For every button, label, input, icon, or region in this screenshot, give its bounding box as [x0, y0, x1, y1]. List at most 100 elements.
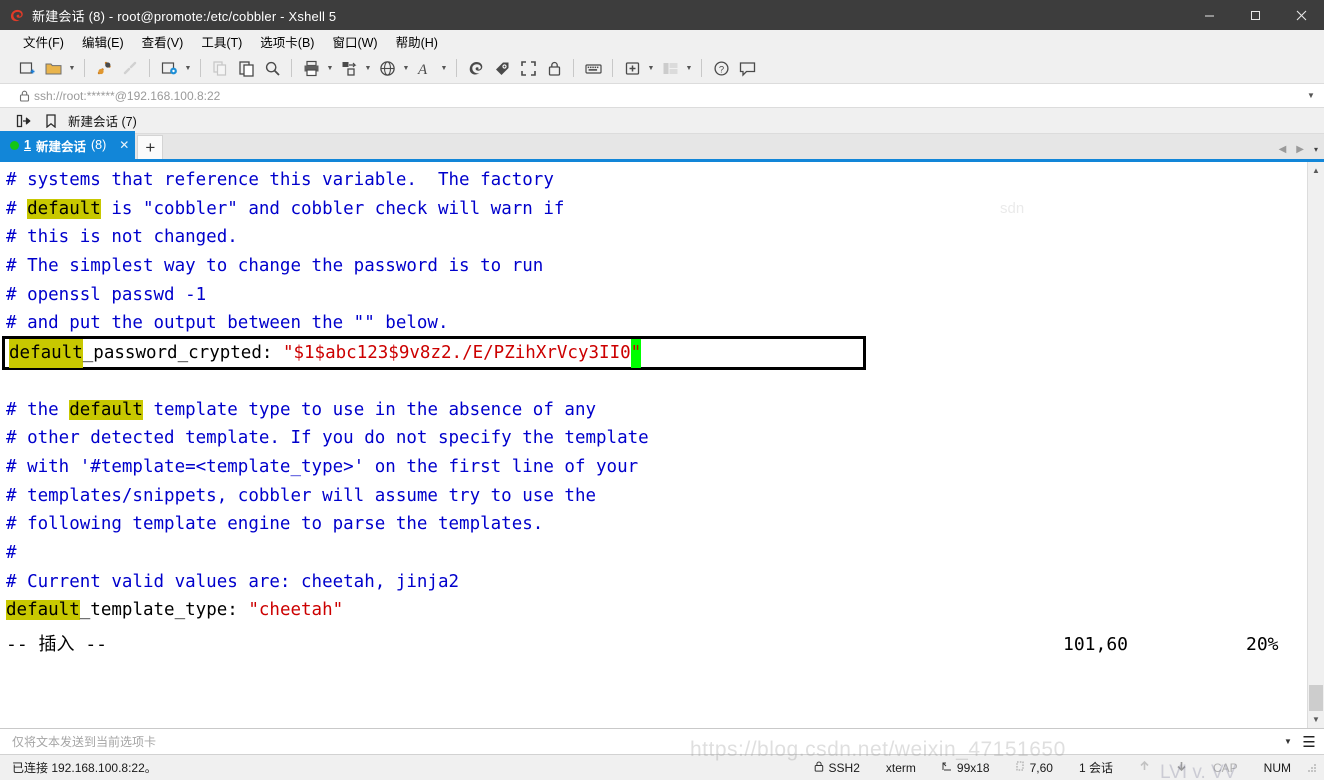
search-match: default [69, 399, 143, 420]
terminal-text: template type to use in the absence of a… [142, 399, 597, 420]
terminal-text: "$1$abc123$9v8z2./E/PZihXrVcy3II0 [282, 342, 631, 363]
lock-icon [14, 90, 34, 102]
terminal-text: is "cobbler" and cobbler check will warn… [100, 198, 565, 219]
help-icon[interactable]: ? [708, 56, 734, 81]
size-icon [942, 761, 952, 775]
browser-dropdown-icon[interactable]: ▼ [400, 56, 412, 81]
toolbar: ▼ ▼ ▼ ▼ ▼ A ▼ ▼ ▼ ? [0, 53, 1324, 84]
connect-icon[interactable] [91, 56, 117, 81]
print-dropdown-icon[interactable]: ▼ [324, 56, 336, 81]
terminal-text: # openssl passwd -1 [6, 284, 207, 305]
menu-tools[interactable]: 工具(T) [192, 29, 251, 54]
scroll-up-icon[interactable]: ▲ [1308, 162, 1324, 179]
menu-window[interactable]: 窗口(W) [323, 29, 386, 54]
tab-scroll-right-icon[interactable]: ▶ [1296, 144, 1304, 155]
chevron-down-icon[interactable]: ▼ [1278, 737, 1298, 746]
scrollbar-track[interactable] [1308, 179, 1324, 711]
transfer-icon[interactable] [336, 56, 362, 81]
transfer-dropdown-icon[interactable]: ▼ [362, 56, 374, 81]
terminal-line: # other detected template. If you do not… [6, 424, 1307, 453]
menu-tabs[interactable]: 选项卡(B) [251, 29, 323, 54]
menu-help[interactable]: 帮助(H) [387, 29, 447, 54]
status-bar: 已连接 192.168.100.8:22。 SSH2 xterm 99x18 7… [0, 754, 1324, 780]
terminal-line: # The simplest way to change the passwor… [6, 252, 1307, 281]
paste-icon[interactable] [233, 56, 259, 81]
print-icon[interactable] [298, 56, 324, 81]
status-protocol-label: SSH2 [828, 760, 860, 775]
chevron-down-icon[interactable]: ▼ [1302, 91, 1320, 100]
terminal-scrollbar[interactable]: ▲ ▼ [1307, 162, 1324, 728]
scroll-down-icon[interactable]: ▼ [1308, 711, 1324, 728]
terminal-text: # [6, 198, 28, 219]
session-properties-dropdown-icon[interactable]: ▼ [182, 56, 194, 81]
terminal-cursor: " [630, 338, 642, 368]
toolbar-separator [149, 59, 150, 77]
browser-icon[interactable] [374, 56, 400, 81]
feedback-icon[interactable] [734, 56, 760, 81]
minimize-button[interactable] [1186, 0, 1232, 30]
send-text-bar[interactable]: 仅将文本发送到当前选项卡 ▼ ☰ [0, 728, 1324, 754]
tab-close-icon[interactable]: ✕ [119, 138, 129, 152]
address-input[interactable]: ssh://root:******@192.168.100.8:22 [34, 89, 1302, 103]
toolbar-separator [84, 59, 85, 77]
add-tab-icon[interactable] [619, 56, 645, 81]
add-tab-dropdown-icon[interactable]: ▼ [645, 56, 657, 81]
session-properties-icon[interactable] [156, 56, 182, 81]
close-button[interactable] [1278, 0, 1324, 30]
new-session-icon[interactable] [14, 56, 40, 81]
copy-icon[interactable] [207, 56, 233, 81]
open-session-icon[interactable] [12, 114, 34, 128]
tab-navigation: ◀ ▶ ▾ [1279, 144, 1324, 159]
terminal-text: # templates/snippets, cobbler will assum… [6, 485, 597, 506]
terminal-screen[interactable]: # systems that reference this variable. … [0, 162, 1307, 728]
search-match: default [6, 600, 80, 621]
terminal-text: # Current valid values are: cheetah, jin… [6, 571, 460, 592]
hamburger-icon[interactable]: ☰ [1298, 733, 1320, 751]
open-folder-icon[interactable] [40, 56, 66, 81]
tab-list-icon[interactable]: ▾ [1314, 145, 1318, 154]
status-sessions: 1 会话 [1078, 761, 1113, 775]
tab-bar: 1 新建会话 (8) ✕ + ◀ ▶ ▾ [0, 131, 1324, 162]
status-num-lock: NUM [1263, 760, 1291, 775]
terminal-text: # other detected template. If you do not… [6, 428, 649, 449]
tab-session-8[interactable]: 1 新建会话 (8) ✕ [0, 131, 136, 159]
terminal-line: # with '#template=<template_type>' on th… [6, 453, 1307, 482]
tab-scroll-left-icon[interactable]: ◀ [1279, 144, 1287, 155]
session-bar-label[interactable]: 新建会话 (7) [68, 111, 137, 130]
new-tab-button[interactable]: + [137, 135, 164, 159]
disconnect-icon[interactable] [117, 56, 143, 81]
font-dropdown-icon[interactable]: ▼ [438, 56, 450, 81]
send-text-input[interactable]: 仅将文本发送到当前选项卡 [12, 733, 1278, 750]
fullscreen-icon[interactable] [515, 56, 541, 81]
terminal-text: _template_type: [79, 600, 249, 621]
cursor-position-icon [1016, 761, 1025, 775]
menu-bar: 文件(F) 编辑(E) 查看(V) 工具(T) 选项卡(B) 窗口(W) 帮助(… [0, 30, 1324, 53]
arrange-dropdown-icon[interactable]: ▼ [683, 56, 695, 81]
svg-text:A: A [417, 62, 428, 77]
scrollbar-thumb[interactable] [1309, 685, 1323, 711]
xshell-window: 新建会话 (8) - root@promote:/etc/cobbler - X… [0, 0, 1324, 780]
maximize-button[interactable] [1232, 0, 1278, 30]
arrange-icon[interactable] [657, 56, 683, 81]
status-size-label: 99x18 [956, 760, 990, 775]
lock-icon[interactable] [541, 56, 567, 81]
menu-view[interactable]: 查看(V) [133, 29, 193, 54]
keyboard-icon[interactable] [580, 56, 606, 81]
download-arrow-icon [1176, 760, 1187, 775]
open-folder-dropdown-icon[interactable]: ▼ [66, 56, 78, 81]
menu-file[interactable]: 文件(F) [14, 29, 73, 54]
bookmark-icon[interactable] [40, 113, 62, 128]
resize-grip-icon[interactable] [1306, 762, 1318, 774]
title-bar: 新建会话 (8) - root@promote:/etc/cobbler - X… [0, 0, 1324, 30]
font-icon[interactable]: A [412, 56, 438, 81]
xftp-icon[interactable] [463, 56, 489, 81]
xagent-icon[interactable] [489, 56, 515, 81]
menu-edit[interactable]: 编辑(E) [73, 29, 133, 54]
find-icon[interactable] [259, 56, 285, 81]
terminal-text: # with '#template=<template_type>' on th… [6, 456, 639, 477]
toolbar-separator [701, 59, 702, 77]
toolbar-separator [573, 59, 574, 77]
address-bar[interactable]: ssh://root:******@192.168.100.8:22 ▼ [0, 84, 1324, 108]
terminal-text: # [6, 542, 17, 563]
